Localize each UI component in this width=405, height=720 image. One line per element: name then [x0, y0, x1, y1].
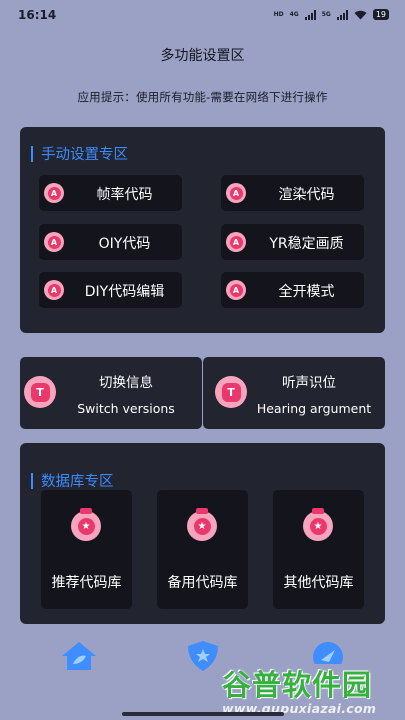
all-on-mode-button[interactable]: A 全开模式: [221, 272, 364, 308]
button-label: DIY代码编辑: [84, 284, 165, 300]
manual-section-title-text: 手动设置专区: [41, 147, 128, 163]
app-tip: 应用提示：使用所有功能-需要在网络下进行操作: [77, 90, 328, 104]
card-title: 切换信息: [99, 375, 153, 391]
medal-icon: ★: [71, 508, 101, 541]
button-label: 帧率代码: [96, 187, 153, 203]
battery-icon: 19: [372, 9, 389, 20]
a-badge-icon: A: [44, 280, 64, 300]
card-label: 推荐代码库: [51, 575, 122, 591]
other-library-card[interactable]: ★ 其他代码库: [273, 490, 364, 609]
manual-settings-panel: 手动设置专区 A 帧率代码 A 渲染代码 A OIY代码 A YR稳定画质 A …: [20, 127, 385, 333]
medal-icon: ★: [303, 508, 333, 541]
a-badge-icon: A: [226, 183, 246, 203]
switch-versions-card[interactable]: T 切换信息 Switch versions: [20, 357, 202, 429]
framerate-code-button[interactable]: A 帧率代码: [39, 175, 182, 211]
diy-code-edit-button[interactable]: A DIY代码编辑: [39, 272, 182, 308]
render-code-button[interactable]: A 渲染代码: [221, 175, 364, 211]
card-title: 听声识位: [282, 375, 336, 391]
page-title: 多功能设置区: [160, 48, 245, 64]
button-label: 全开模式: [278, 284, 335, 300]
recommended-library-card[interactable]: ★ 推荐代码库: [41, 490, 132, 609]
home-icon[interactable]: [60, 640, 98, 672]
card-subtitle: Hearing argument: [256, 401, 372, 416]
hearing-argument-card[interactable]: T 听声识位 Hearing argument: [203, 357, 385, 429]
status-bar: 16:14 HD 4G 5G 19: [0, 0, 405, 30]
database-section-title: 数据库专区: [31, 470, 114, 491]
watermark-logo: 谷普软件园 www.gupuxiazai.com: [222, 662, 376, 716]
home-indicator[interactable]: [122, 712, 284, 716]
status-icons: HD 4G 5G 19: [274, 9, 389, 20]
signal-icon-2: [336, 9, 348, 20]
backup-library-card[interactable]: ★ 备用代码库: [157, 490, 248, 609]
wifi-icon: [354, 10, 367, 19]
a-badge-icon: A: [226, 232, 246, 252]
network-5g-label: 5G: [321, 10, 331, 18]
manual-section-title: 手动设置专区: [31, 143, 128, 164]
button-label: OIY代码: [98, 236, 151, 252]
button-label: 渲染代码: [278, 187, 335, 203]
medal-icon: ★: [187, 508, 217, 541]
watermark-brand: 谷普软件园: [222, 668, 373, 702]
database-section-title-text: 数据库专区: [41, 474, 114, 490]
status-time: 16:14: [18, 8, 57, 22]
a-badge-icon: A: [44, 232, 64, 252]
a-badge-icon: A: [44, 183, 64, 203]
card-label: 备用代码库: [167, 575, 238, 591]
card-label: 其他代码库: [283, 575, 354, 591]
oiy-code-button[interactable]: A OIY代码: [39, 224, 182, 260]
hd-indicator: HD: [273, 10, 284, 18]
network-4g-label: 4G: [289, 10, 299, 18]
compass-icon[interactable]: [311, 640, 345, 664]
button-label: YR稳定画质: [269, 236, 344, 252]
card-subtitle: Switch versions: [77, 401, 175, 416]
signal-icon: [304, 9, 316, 20]
a-badge-icon: A: [226, 280, 246, 300]
yr-stable-quality-button[interactable]: A YR稳定画质: [221, 224, 364, 260]
shield-icon[interactable]: [186, 640, 220, 672]
